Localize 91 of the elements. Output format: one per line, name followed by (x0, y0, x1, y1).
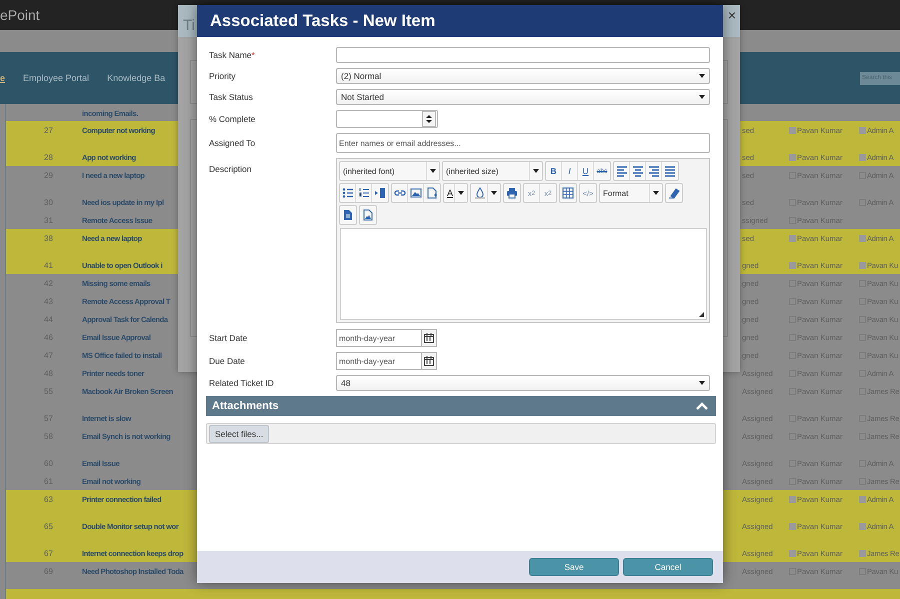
checkbox[interactable] (859, 522, 866, 530)
select-files-button[interactable]: Select files... (209, 424, 270, 442)
caret-icon (699, 74, 705, 78)
dialog-title: Ti (183, 16, 195, 34)
checkbox[interactable] (789, 496, 796, 502)
file-plus-icon (426, 187, 438, 199)
toolbar-button[interactable] (392, 184, 408, 202)
image-file-icon (362, 209, 374, 221)
field-label: Start Date (209, 333, 248, 343)
checkbox[interactable] (859, 550, 866, 556)
caret-icon (699, 95, 705, 99)
caret-icon (430, 169, 436, 173)
image-icon (410, 187, 422, 199)
indent-icon (374, 187, 386, 199)
eraser-icon (668, 187, 680, 199)
section-header[interactable]: Attachments (206, 396, 716, 416)
droplet-icon (474, 187, 486, 199)
dropdown[interactable]: (inherited font) (340, 162, 439, 180)
field-label: Task Name* (209, 50, 256, 60)
field-label: Due Date (209, 356, 246, 366)
dropdown[interactable]: (2) Normal (336, 68, 710, 84)
calendar-button[interactable] (421, 329, 437, 347)
checkbox[interactable] (859, 126, 866, 134)
dialog-title: Associated Tasks - New Item (210, 12, 436, 30)
row-number: 67 (44, 548, 53, 558)
toolbar-button[interactable] (614, 162, 630, 180)
checkbox[interactable] (859, 154, 866, 160)
field-label: Assigned To (209, 138, 256, 148)
nav-link[interactable]: Knowledge Ba (107, 73, 166, 83)
nav-link[interactable]: Employee Portal (23, 73, 90, 83)
checkbox[interactable] (789, 522, 796, 530)
row-number: 27 (44, 126, 53, 134)
field-label: Related Ticket ID (209, 378, 275, 388)
calendar-button[interactable] (421, 352, 437, 370)
date-field[interactable]: month-day-year (336, 329, 421, 347)
caret-icon (458, 191, 464, 195)
checkbox[interactable] (789, 126, 796, 134)
caret-icon (491, 191, 498, 195)
dropdown[interactable]: Format (600, 184, 662, 202)
caret-icon (533, 169, 539, 173)
cancel-button[interactable]: Cancel (623, 558, 713, 576)
people-field[interactable]: Enter names or email addresses... (336, 133, 710, 153)
justify-icon (664, 165, 676, 177)
dropdown[interactable]: (inherited size) (443, 162, 542, 180)
caret-icon (699, 381, 705, 385)
calendar-icon (424, 333, 434, 343)
toolbar-button[interactable] (408, 184, 424, 202)
underline-button[interactable]: U (578, 162, 594, 180)
dropdown[interactable]: Not Started (336, 89, 710, 105)
stepper-icon (422, 111, 436, 127)
bullet-list-icon (342, 187, 354, 199)
close-button[interactable]: × (728, 7, 736, 23)
field-label: Priority (209, 71, 236, 81)
table-icon (562, 187, 574, 199)
field-label: Task Status (209, 92, 254, 102)
document-icon (342, 209, 354, 221)
resize-grip-icon (699, 312, 704, 317)
toolbar-button[interactable] (630, 162, 646, 180)
number-field[interactable] (336, 110, 438, 128)
align-left-icon (616, 165, 628, 177)
save-button[interactable]: Save (529, 558, 619, 576)
checkbox[interactable] (789, 262, 796, 268)
align-right-icon (648, 165, 660, 177)
numbered-list-icon (358, 187, 370, 199)
italic-button[interactable]: I (562, 162, 578, 180)
checkbox[interactable] (789, 234, 796, 242)
bold-button[interactable]: B (546, 162, 562, 180)
row-number: 41 (44, 260, 53, 270)
site-title: ePoint (0, 7, 40, 23)
checkbox[interactable] (859, 262, 866, 268)
row-number: 28 (44, 152, 53, 162)
toolbar-button[interactable] (646, 162, 662, 180)
print-icon (506, 187, 518, 199)
dropdown[interactable]: 48 (336, 375, 710, 391)
checkbox[interactable] (859, 234, 866, 242)
checkbox[interactable] (859, 496, 866, 502)
row-number: 38 (44, 234, 53, 242)
text-field[interactable] (336, 47, 710, 63)
calendar-icon (424, 356, 434, 366)
text-color-button[interactable]: A (444, 184, 468, 202)
checkbox[interactable] (789, 154, 796, 160)
date-field[interactable]: month-day-year (336, 352, 421, 370)
nav-link[interactable]: e (0, 73, 6, 83)
caret-icon (653, 191, 660, 195)
checkbox[interactable] (789, 550, 796, 556)
row-number: 63 (44, 494, 53, 504)
toolbar-button[interactable] (340, 184, 356, 202)
field-label: % Complete (209, 114, 256, 124)
row-number: 65 (44, 522, 53, 530)
field-label: Description (209, 163, 253, 174)
align-center-icon (632, 165, 644, 177)
